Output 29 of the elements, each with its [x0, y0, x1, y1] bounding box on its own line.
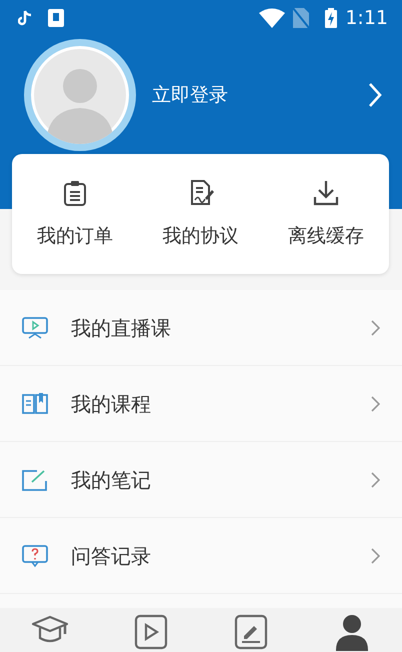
book-icon: [22, 392, 48, 416]
app-icon: [48, 9, 64, 27]
shortcut-label[interactable]: 我的协议: [162, 222, 238, 250]
menu-item[interactable]: 我的笔记: [0, 442, 402, 518]
shortcut-label[interactable]: 离线缓存: [288, 222, 364, 250]
music-note-icon: [18, 10, 32, 26]
wifi-icon: [259, 8, 286, 28]
chevron-right-icon[interactable]: [368, 82, 382, 108]
menu-label: 问答记录: [71, 542, 152, 570]
battery-icon: [325, 8, 338, 28]
menu-label: 我的笔记: [71, 466, 152, 494]
menu-label: 我的直播课: [71, 314, 172, 342]
menu-label: 我的课程: [71, 390, 152, 418]
question-bubble-icon: [22, 544, 48, 568]
edit-square-icon: [22, 468, 48, 492]
menu-item[interactable]: 问答记录: [0, 518, 402, 594]
menu-item[interactable]: 我的直播课: [0, 290, 402, 366]
chevron-right-icon: [371, 396, 380, 412]
download-icon[interactable]: [313, 180, 340, 206]
login-link[interactable]: 立即登录: [152, 80, 368, 110]
chevron-right-icon: [371, 320, 380, 336]
chevron-right-icon: [371, 472, 380, 488]
chevron-right-icon: [371, 548, 380, 564]
monitor-play-icon: [22, 316, 48, 340]
clipboard-icon[interactable]: [62, 180, 88, 206]
no-sim-icon: [293, 8, 310, 28]
shortcut-label[interactable]: 我的订单: [36, 222, 113, 250]
status-time: 1:11: [345, 6, 388, 31]
menu-item[interactable]: 我的课程: [0, 366, 402, 442]
